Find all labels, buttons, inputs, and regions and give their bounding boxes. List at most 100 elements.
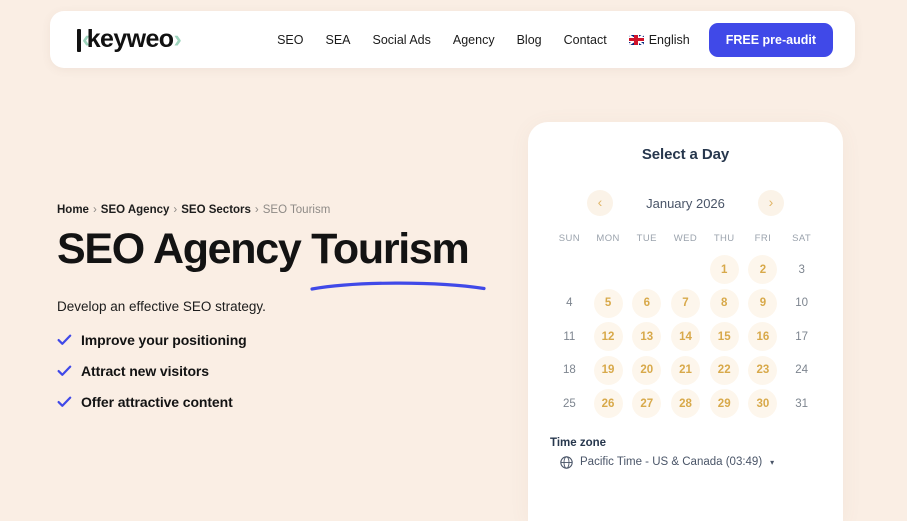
feature-label: Improve your positioning: [81, 331, 247, 348]
calendar-day-available[interactable]: 7: [670, 288, 700, 318]
calendar-cell: [550, 253, 589, 287]
keyweo-logo[interactable]: ‹ keyweo ›: [77, 25, 182, 54]
globe-icon: [560, 455, 573, 469]
calendar-cell: 22: [705, 354, 744, 388]
calendar-day-available[interactable]: 14: [670, 322, 700, 352]
calendar-day-available[interactable]: 13: [632, 322, 662, 352]
calendar-day-unavailable: 18: [562, 364, 576, 377]
calendar-cell: 23: [744, 354, 783, 388]
timezone-selector[interactable]: Pacific Time - US & Canada (03:49) ▾: [550, 455, 821, 469]
booking-calendar-card: Select a Day ‹ January 2026 › SUN MON TU…: [528, 122, 843, 521]
weekday-label: THU: [713, 233, 735, 244]
calendar-day-available[interactable]: 26: [593, 389, 623, 419]
page-title: SEO Agency Tourism: [57, 225, 470, 273]
calendar-cell: 9: [744, 287, 783, 321]
calendar-day-available[interactable]: 29: [709, 389, 739, 419]
calendar-day-available[interactable]: 22: [709, 355, 739, 385]
feature-list-item: Offer attractive content: [57, 394, 517, 410]
calendar-cell: 13: [627, 320, 666, 354]
calendar-day-available[interactable]: 19: [593, 355, 623, 385]
logo-text: keyweo: [86, 25, 174, 53]
calendar-day-available[interactable]: 6: [632, 288, 662, 318]
weekday-label: WED: [673, 233, 698, 244]
free-pre-audit-button[interactable]: FREE pre-audit: [708, 22, 833, 57]
calendar-title: Select a Day: [641, 146, 730, 163]
calendar-day-grid: 1 2 3 4 5 6 7 8 9 10 11 12 13 14 15 16 17 18 19 20 21 22 23 24 2…: [550, 253, 821, 421]
breadcrumb-item-home[interactable]: Home: [57, 204, 89, 216]
nav-item-seo[interactable]: SEO: [277, 33, 303, 47]
calendar-cell: 16: [744, 320, 783, 354]
calendar-day-unavailable: 4: [566, 297, 573, 310]
calendar-day-available[interactable]: 27: [632, 389, 662, 419]
logo-k-stem: [77, 29, 81, 52]
calendar-cell: 15: [705, 320, 744, 354]
calendar-day-available[interactable]: 21: [670, 355, 700, 385]
calendar-day-available[interactable]: 8: [709, 288, 739, 318]
nav-item-contact[interactable]: Contact: [564, 33, 607, 47]
calendar-cell: 19: [589, 354, 628, 388]
calendar-day-available[interactable]: 12: [593, 322, 623, 352]
calendar-cell: 21: [666, 354, 705, 388]
chevron-down-icon: ▾: [770, 457, 775, 467]
calendar-day-unavailable: 31: [795, 397, 809, 410]
calendar-day-empty: [555, 255, 584, 284]
calendar-cell: 12: [589, 320, 628, 354]
calendar-cell: 30: [744, 387, 783, 421]
language-selector[interactable]: English: [628, 33, 690, 47]
calendar-cell: 6: [627, 287, 666, 321]
prev-month-button[interactable]: ‹: [587, 190, 613, 216]
calendar-day-empty: [594, 255, 623, 284]
feature-list-item: Attract new visitors: [57, 363, 517, 379]
calendar-cell: [666, 253, 705, 287]
calendar-day-available[interactable]: 16: [748, 322, 778, 352]
calendar-cell: 3: [782, 253, 821, 287]
timezone-value: Pacific Time - US & Canada (03:49): [580, 456, 763, 468]
check-icon: [57, 334, 72, 345]
calendar-day-unavailable: 11: [563, 330, 576, 343]
nav-item-agency[interactable]: Agency: [453, 33, 495, 47]
calendar-day-available[interactable]: 20: [632, 355, 662, 385]
nav-item-sea[interactable]: SEA: [325, 33, 350, 47]
nav-item-blog[interactable]: Blog: [517, 33, 542, 47]
page-title-wrapper: SEO Agency Tourism: [57, 225, 486, 291]
weekday-label: FRI: [754, 233, 772, 244]
calendar-day-empty: [671, 255, 700, 284]
hero-section: Home › SEO Agency › SEO Sectors › SEO To…: [57, 204, 561, 491]
main-navigation: SEO SEA Social Ads Agency Blog Contact E…: [277, 22, 855, 57]
weekday-label: SUN: [558, 233, 580, 244]
calendar-cell: 26: [589, 387, 628, 421]
calendar-day-unavailable: 25: [562, 397, 576, 410]
nav-item-social-ads[interactable]: Social Ads: [373, 33, 431, 47]
calendar-day-available[interactable]: 2: [748, 255, 778, 285]
calendar-day-available[interactable]: 28: [670, 389, 700, 419]
calendar-day-available[interactable]: 23: [748, 355, 778, 385]
calendar-cell: 14: [666, 320, 705, 354]
calendar-cell: 20: [627, 354, 666, 388]
weekday-label: SAT: [792, 233, 812, 244]
calendar-day-available[interactable]: 30: [748, 389, 778, 419]
calendar-cell: 4: [550, 287, 589, 321]
calendar-cell: 27: [627, 387, 666, 421]
calendar-cell: 31: [782, 387, 821, 421]
calendar-day-available[interactable]: 15: [709, 322, 739, 352]
breadcrumb-item-seo-agency[interactable]: SEO Agency: [101, 204, 170, 216]
title-underline-decoration: [310, 281, 486, 291]
calendar-day-available[interactable]: 1: [709, 255, 739, 285]
calendar-cell: 2: [744, 253, 783, 287]
uk-flag-icon: [628, 34, 644, 45]
calendar-cell: [627, 253, 666, 287]
calendar-cell: 11: [550, 320, 589, 354]
calendar-day-unavailable: 17: [795, 330, 809, 343]
check-icon: [57, 365, 72, 376]
calendar-cell: 7: [666, 287, 705, 321]
calendar-day-unavailable: 10: [795, 297, 809, 310]
site-header: ‹ keyweo › SEO SEA Social Ads Agency Blog …: [50, 11, 855, 68]
calendar-month-navigation: ‹ January 2026 ›: [550, 190, 821, 216]
feature-label: Offer attractive content: [81, 393, 233, 410]
calendar-day-available[interactable]: 9: [748, 288, 778, 318]
calendar-cell: 18: [550, 354, 589, 388]
calendar-cell: [589, 253, 628, 287]
breadcrumb-item-seo-sectors[interactable]: SEO Sectors: [181, 204, 251, 216]
next-month-button[interactable]: ›: [758, 190, 784, 216]
calendar-day-available[interactable]: 5: [593, 288, 623, 318]
